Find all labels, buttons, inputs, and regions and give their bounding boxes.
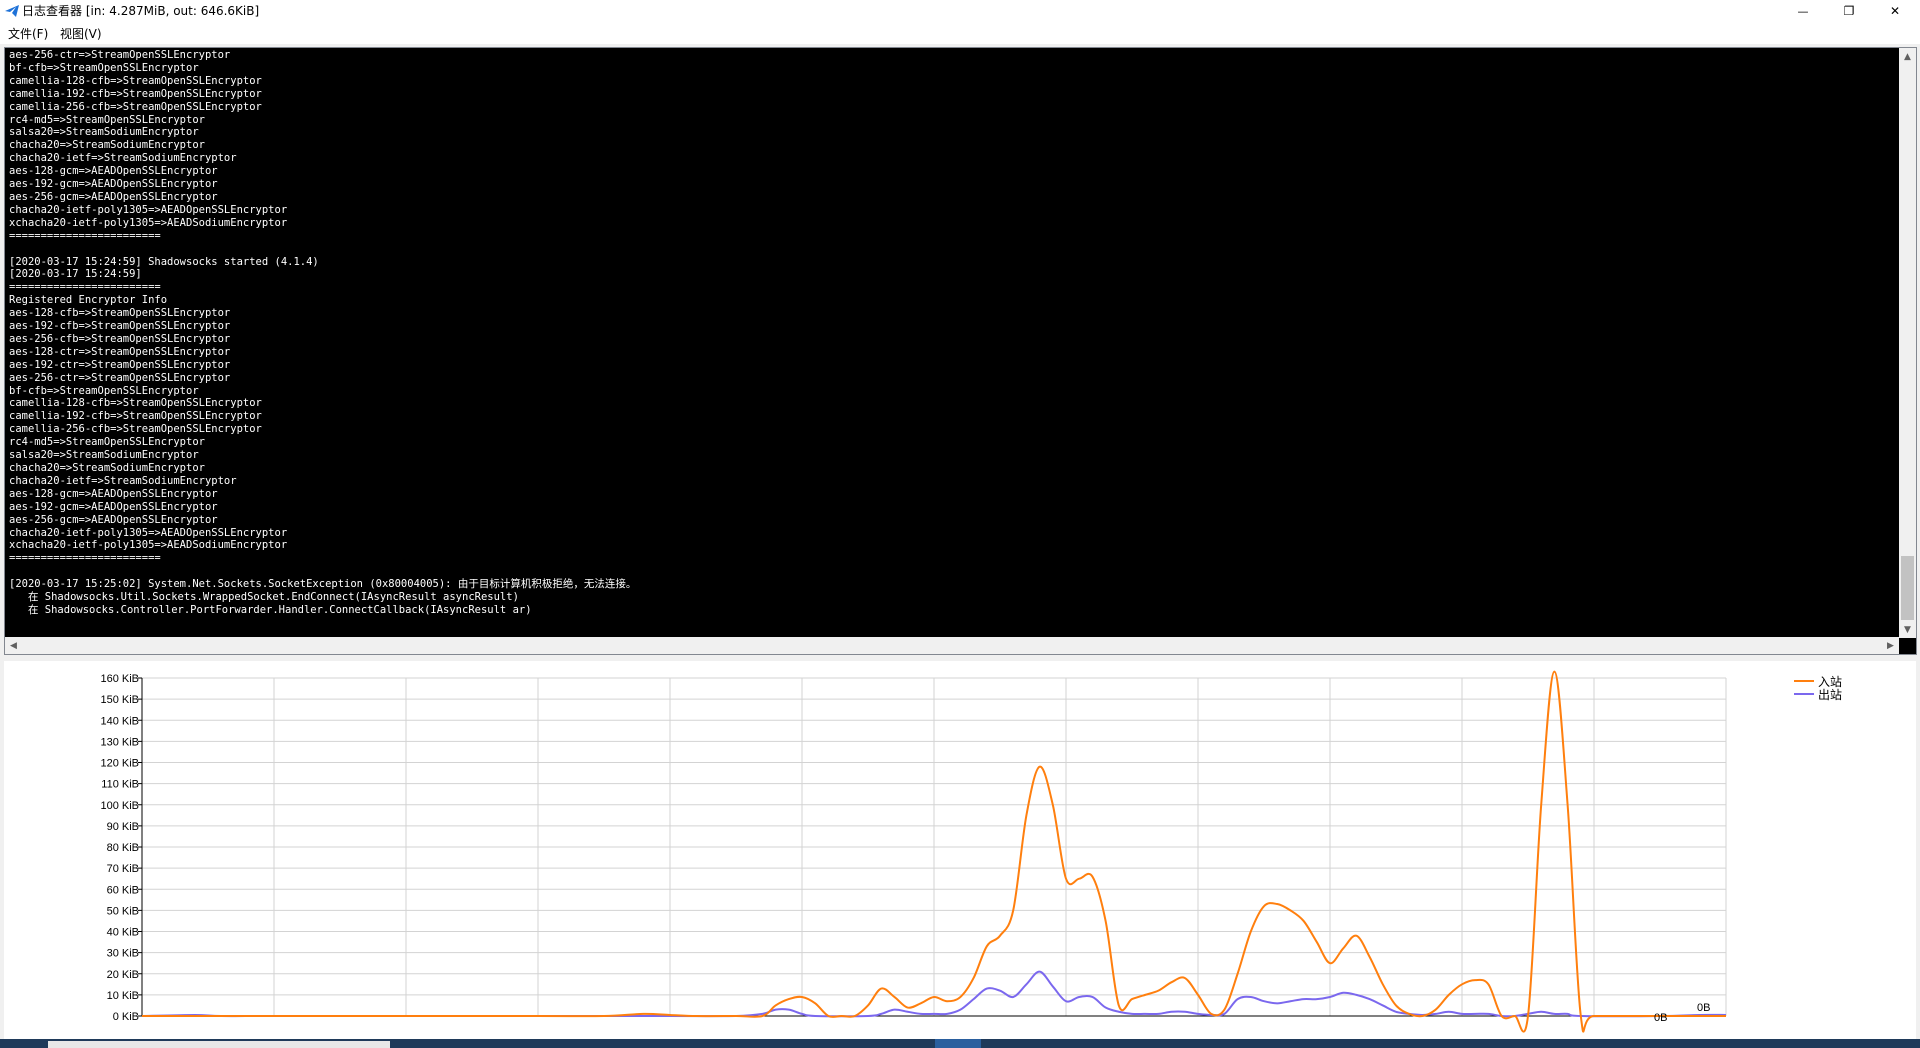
traffic-chart-panel: 0 KiB 10 KiB 20 KiB 30 KiB 40 KiB 50 KiB 60 Ki…	[4, 661, 1916, 1039]
log-line: 在 Shadowsocks.Util.Sockets.WrappedSocket…	[9, 591, 519, 604]
log-line: aes-128-gcm=>AEADOpenSSLEncryptor	[9, 487, 218, 500]
log-line: ========================	[9, 552, 161, 565]
log-line: aes-256-gcm=>AEADOpenSSLEncryptor	[9, 190, 218, 203]
log-line: Registered Encryptor Info	[9, 294, 168, 307]
traffic-chart: 0 KiB 10 KiB 20 KiB 30 KiB 40 KiB 50 KiB 60 Ki…	[100, 670, 1842, 1033]
log-line: camellia-256-cfb=>StreamOpenSSLEncryptor	[9, 100, 262, 113]
taskbar-active-app[interactable]	[935, 1039, 981, 1048]
taskbar	[0, 1039, 1920, 1048]
log-line: camellia-192-cfb=>StreamOpenSSLEncryptor	[9, 410, 262, 423]
data-annotation: 0B	[1697, 1002, 1710, 1014]
horizontal-scrollbar[interactable]: ◀ ▶	[5, 637, 1899, 654]
log-line: camellia-128-cfb=>StreamOpenSSLEncryptor	[9, 397, 262, 410]
log-line: aes-128-ctr=>StreamOpenSSLEncryptor	[9, 345, 231, 358]
y-tick-label: 150 KiB	[100, 694, 139, 706]
y-tick-label: 20 KiB	[107, 969, 139, 981]
y-tick-label: 110 KiB	[101, 779, 139, 791]
y-tick-label: 100 KiB	[100, 800, 139, 812]
y-tick-label: 50 KiB	[107, 905, 139, 917]
y-tick-label: 40 KiB	[107, 927, 139, 939]
log-line: ========================	[9, 229, 161, 242]
log-line: aes-192-cfb=>StreamOpenSSLEncryptor	[9, 320, 231, 333]
log-line: rc4-md5=>StreamOpenSSLEncryptor	[9, 436, 205, 449]
legend-label: 出站	[1818, 688, 1842, 702]
restore-icon: ❐	[1843, 4, 1855, 18]
y-tick-label: 70 KiB	[107, 863, 139, 875]
scroll-down-icon[interactable]: ▼	[1899, 621, 1916, 638]
menu-view[interactable]: 视图(V)	[58, 24, 104, 44]
menu-bar: 文件(F) 视图(V)	[0, 24, 1920, 44]
log-line: aes-128-gcm=>AEADOpenSSLEncryptor	[9, 165, 218, 178]
y-tick-label: 80 KiB	[107, 842, 139, 854]
log-line: [2020-03-17 15:25:02] System.Net.Sockets…	[9, 578, 637, 591]
log-line: chacha20=>StreamSodiumEncryptor	[9, 462, 205, 474]
log-line: aes-192-gcm=>AEADOpenSSLEncryptor	[9, 178, 218, 191]
log-line: chacha20-ietf=>StreamSodiumEncryptor	[9, 474, 237, 487]
y-tick-label: 120 KiB	[100, 758, 139, 770]
log-line: [2020-03-17 15:24:59]	[9, 268, 142, 281]
y-tick-label: 140 KiB	[100, 715, 139, 727]
log-line: salsa20=>StreamSodiumEncryptor	[9, 126, 199, 139]
y-tick-label: 130 KiB	[100, 736, 139, 748]
log-line: aes-256-ctr=>StreamOpenSSLEncryptor	[9, 49, 231, 61]
y-tick-label: 160 KiB	[100, 673, 139, 685]
log-line: chacha20=>StreamSodiumEncryptor	[9, 139, 205, 152]
taskbar-search[interactable]	[48, 1041, 390, 1048]
log-line: chacha20-ietf=>StreamSodiumEncryptor	[9, 152, 237, 165]
y-tick-label: 10 KiB	[107, 990, 139, 1002]
data-annotation: 0B	[1654, 1012, 1667, 1024]
log-text: aes-256-ctr=>StreamOpenSSLEncryptor bf-cf…	[9, 49, 1899, 639]
window-title: 日志查看器 [in: 4.287MiB, out: 646.6KiB]	[22, 4, 260, 18]
log-line: chacha20-ietf-poly1305=>AEADOpenSSLEncry…	[9, 526, 288, 539]
y-tick-label: 90 KiB	[107, 821, 139, 833]
vertical-scrollbar[interactable]: ▲ ▼	[1899, 48, 1916, 638]
log-line: aes-256-ctr=>StreamOpenSSLEncryptor	[9, 371, 231, 384]
log-line: [2020-03-17 15:24:59] Shadowsocks starte…	[9, 255, 319, 268]
y-tick-label: 30 KiB	[107, 948, 139, 960]
log-line: xchacha20-ietf-poly1305=>AEADSodiumEncry…	[9, 539, 288, 552]
scroll-thumb[interactable]	[1901, 556, 1914, 620]
minimize-button[interactable]: —	[1780, 0, 1826, 22]
log-line: camellia-192-cfb=>StreamOpenSSLEncryptor	[9, 87, 262, 100]
log-line: aes-128-cfb=>StreamOpenSSLEncryptor	[9, 307, 231, 320]
log-line: aes-256-gcm=>AEADOpenSSLEncryptor	[9, 513, 218, 526]
log-line: camellia-128-cfb=>StreamOpenSSLEncryptor	[9, 74, 262, 87]
paper-plane-icon	[5, 5, 19, 17]
y-tick-label: 60 KiB	[107, 884, 139, 896]
log-line: aes-256-cfb=>StreamOpenSSLEncryptor	[9, 332, 231, 345]
y-tick-label: 0 KiB	[113, 1011, 139, 1023]
legend-label: 入站	[1818, 675, 1842, 689]
scroll-right-icon[interactable]: ▶	[1882, 637, 1899, 654]
log-line: xchacha20-ietf-poly1305=>AEADSodiumEncry…	[9, 216, 288, 229]
log-line: ========================	[9, 281, 161, 294]
minimize-icon: —	[1797, 4, 1809, 18]
log-line: bf-cfb=>StreamOpenSSLEncryptor	[9, 61, 199, 74]
title-bar: 日志查看器 [in: 4.287MiB, out: 646.6KiB] — ❐ …	[0, 0, 1920, 24]
scroll-left-icon[interactable]: ◀	[5, 637, 22, 654]
close-button[interactable]: ✕	[1872, 0, 1918, 22]
log-line: rc4-md5=>StreamOpenSSLEncryptor	[9, 113, 205, 126]
close-icon: ✕	[1889, 4, 1901, 18]
log-line: bf-cfb=>StreamOpenSSLEncryptor	[9, 384, 199, 397]
log-line: aes-192-gcm=>AEADOpenSSLEncryptor	[9, 500, 218, 513]
menu-file[interactable]: 文件(F)	[6, 24, 50, 44]
log-line: chacha20-ietf-poly1305=>AEADOpenSSLEncry…	[9, 203, 288, 216]
log-line: camellia-256-cfb=>StreamOpenSSLEncryptor	[9, 423, 262, 436]
log-line: 在 Shadowsocks.Controller.PortForwarder.H…	[9, 603, 532, 616]
log-line: aes-192-ctr=>StreamOpenSSLEncryptor	[9, 358, 231, 371]
log-textbox[interactable]: aes-256-ctr=>StreamOpenSSLEncryptor bf-cf…	[4, 47, 1917, 655]
restore-button[interactable]: ❐	[1826, 0, 1872, 22]
scroll-up-icon[interactable]: ▲	[1899, 48, 1916, 65]
log-line: salsa20=>StreamSodiumEncryptor	[9, 449, 199, 462]
